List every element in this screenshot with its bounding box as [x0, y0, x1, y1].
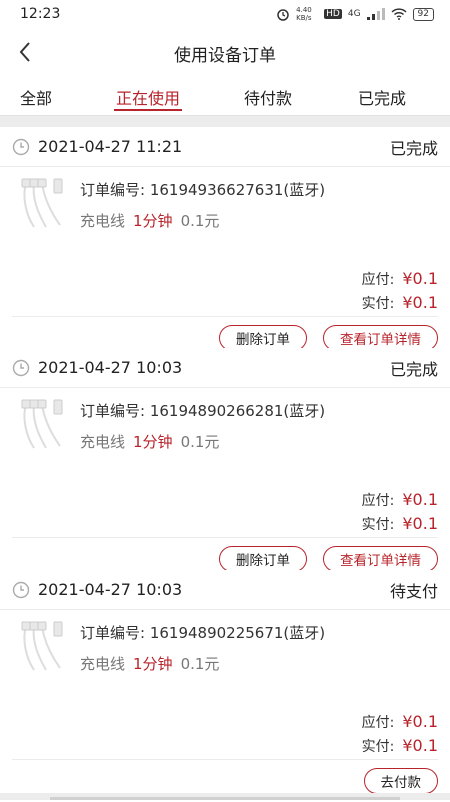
status-icons: 4.40 KB/s HD 4G 92 [276, 6, 434, 22]
paid-label: 实付: [361, 739, 395, 755]
order-meta: 充电线 1分钟 0.1元 [80, 653, 219, 674]
back-arrow-icon[interactable] [14, 40, 38, 64]
charging-cable-image [21, 399, 63, 449]
payable-label: 应付: [361, 493, 395, 509]
pay-now-button[interactable]: 去付款 [363, 768, 438, 794]
paid-label: 实付: [361, 517, 395, 533]
signal-icon [366, 8, 385, 20]
paid-label: 实付: [361, 296, 395, 312]
order-tabs: 全部 正在使用 待付款 已完成 [0, 78, 450, 116]
network-speed: 4.40 KB/s [296, 6, 312, 22]
order-status: 已完成 [389, 359, 438, 379]
paid-amount: ¥0.1 [402, 293, 438, 312]
payable-row: 应付: ¥0.1 [362, 712, 438, 732]
order-card[interactable]: 2021-04-27 10:03 已完成 订单编号: 1619489026628… [0, 348, 450, 580]
payable-amount: ¥0.1 [402, 490, 438, 509]
paid-amount: ¥0.1 [402, 736, 438, 755]
paid-row: 实付: ¥0.1 [362, 293, 438, 313]
order-header: 2021-04-27 11:21 已完成 [0, 127, 450, 167]
payable-row: 应付: ¥0.1 [362, 269, 438, 289]
order-number: 订单编号: 16194890266281(蓝牙) [80, 402, 326, 420]
delete-order-button[interactable]: 删除订单 [219, 546, 307, 572]
payable-row: 应付: ¥0.1 [362, 490, 438, 510]
paid-row: 实付: ¥0.1 [362, 514, 438, 534]
order-time: 2021-04-27 10:03 [38, 580, 183, 599]
order-time: 2021-04-27 10:03 [38, 358, 183, 377]
payable-amount: ¥0.1 [402, 712, 438, 731]
product-name: 充电线 [80, 212, 126, 230]
page-title: 使用设备订单 [174, 45, 276, 66]
order-number: 订单编号: 16194936627631(蓝牙) [80, 181, 326, 199]
order-meta: 充电线 1分钟 0.1元 [80, 210, 219, 231]
paid-row: 实付: ¥0.1 [362, 736, 438, 756]
tab-pending-payment[interactable]: 待付款 [244, 78, 292, 115]
order-card[interactable]: 2021-04-27 10:03 待支付 订单编号: 1619489022567… [0, 570, 450, 802]
charging-cable-image [21, 621, 63, 671]
network-type: 4G [347, 9, 361, 19]
paid-amount: ¥0.1 [402, 514, 438, 533]
usage-duration: 1分钟 [133, 212, 173, 230]
product-name: 充电线 [80, 655, 126, 673]
order-number: 订单编号: 16194890225671(蓝牙) [80, 624, 326, 642]
tab-completed[interactable]: 已完成 [358, 78, 406, 115]
order-header: 2021-04-27 10:03 待支付 [0, 570, 450, 610]
order-status: 待支付 [389, 581, 438, 601]
hd-badge: HD [324, 9, 342, 19]
wifi-icon [391, 8, 407, 20]
unit-price: 0.1元 [180, 655, 220, 673]
order-header: 2021-04-27 10:03 已完成 [0, 348, 450, 388]
status-bar: 12:23 4.40 KB/s HD 4G 92 [0, 0, 450, 28]
tab-all[interactable]: 全部 [20, 78, 52, 115]
product-name: 充电线 [80, 433, 126, 451]
bottom-edge [0, 793, 450, 800]
alarm-icon [277, 9, 289, 21]
unit-price: 0.1元 [180, 433, 220, 451]
order-card[interactable]: 2021-04-27 11:21 已完成 订单编号: 1619493662763… [0, 127, 450, 359]
payable-amount: ¥0.1 [402, 269, 438, 288]
navigation-bar: 使用设备订单 [0, 28, 450, 78]
order-time: 2021-04-27 11:21 [38, 137, 183, 156]
order-meta: 充电线 1分钟 0.1元 [80, 431, 219, 452]
usage-duration: 1分钟 [133, 655, 173, 673]
payable-label: 应付: [361, 715, 395, 731]
tab-in-use[interactable]: 正在使用 [114, 78, 183, 115]
unit-price: 0.1元 [180, 212, 220, 230]
status-time: 12:23 [20, 6, 61, 22]
order-body: 订单编号: 16194936627631(蓝牙) 充电线 1分钟 0.1元 应付… [12, 167, 438, 317]
payable-label: 应付: [361, 272, 395, 288]
clock-icon [12, 359, 30, 376]
order-status: 已完成 [389, 138, 438, 158]
usage-duration: 1分钟 [133, 433, 173, 451]
clock-icon [12, 581, 30, 598]
order-body: 订单编号: 16194890266281(蓝牙) 充电线 1分钟 0.1元 应付… [12, 388, 438, 538]
battery-indicator: 92 [412, 7, 434, 21]
clock-icon [12, 138, 30, 155]
order-body: 订单编号: 16194890225671(蓝牙) 充电线 1分钟 0.1元 应付… [12, 610, 438, 760]
charging-cable-image [21, 178, 63, 228]
view-order-details-button[interactable]: 查看订单详情 [323, 546, 438, 572]
